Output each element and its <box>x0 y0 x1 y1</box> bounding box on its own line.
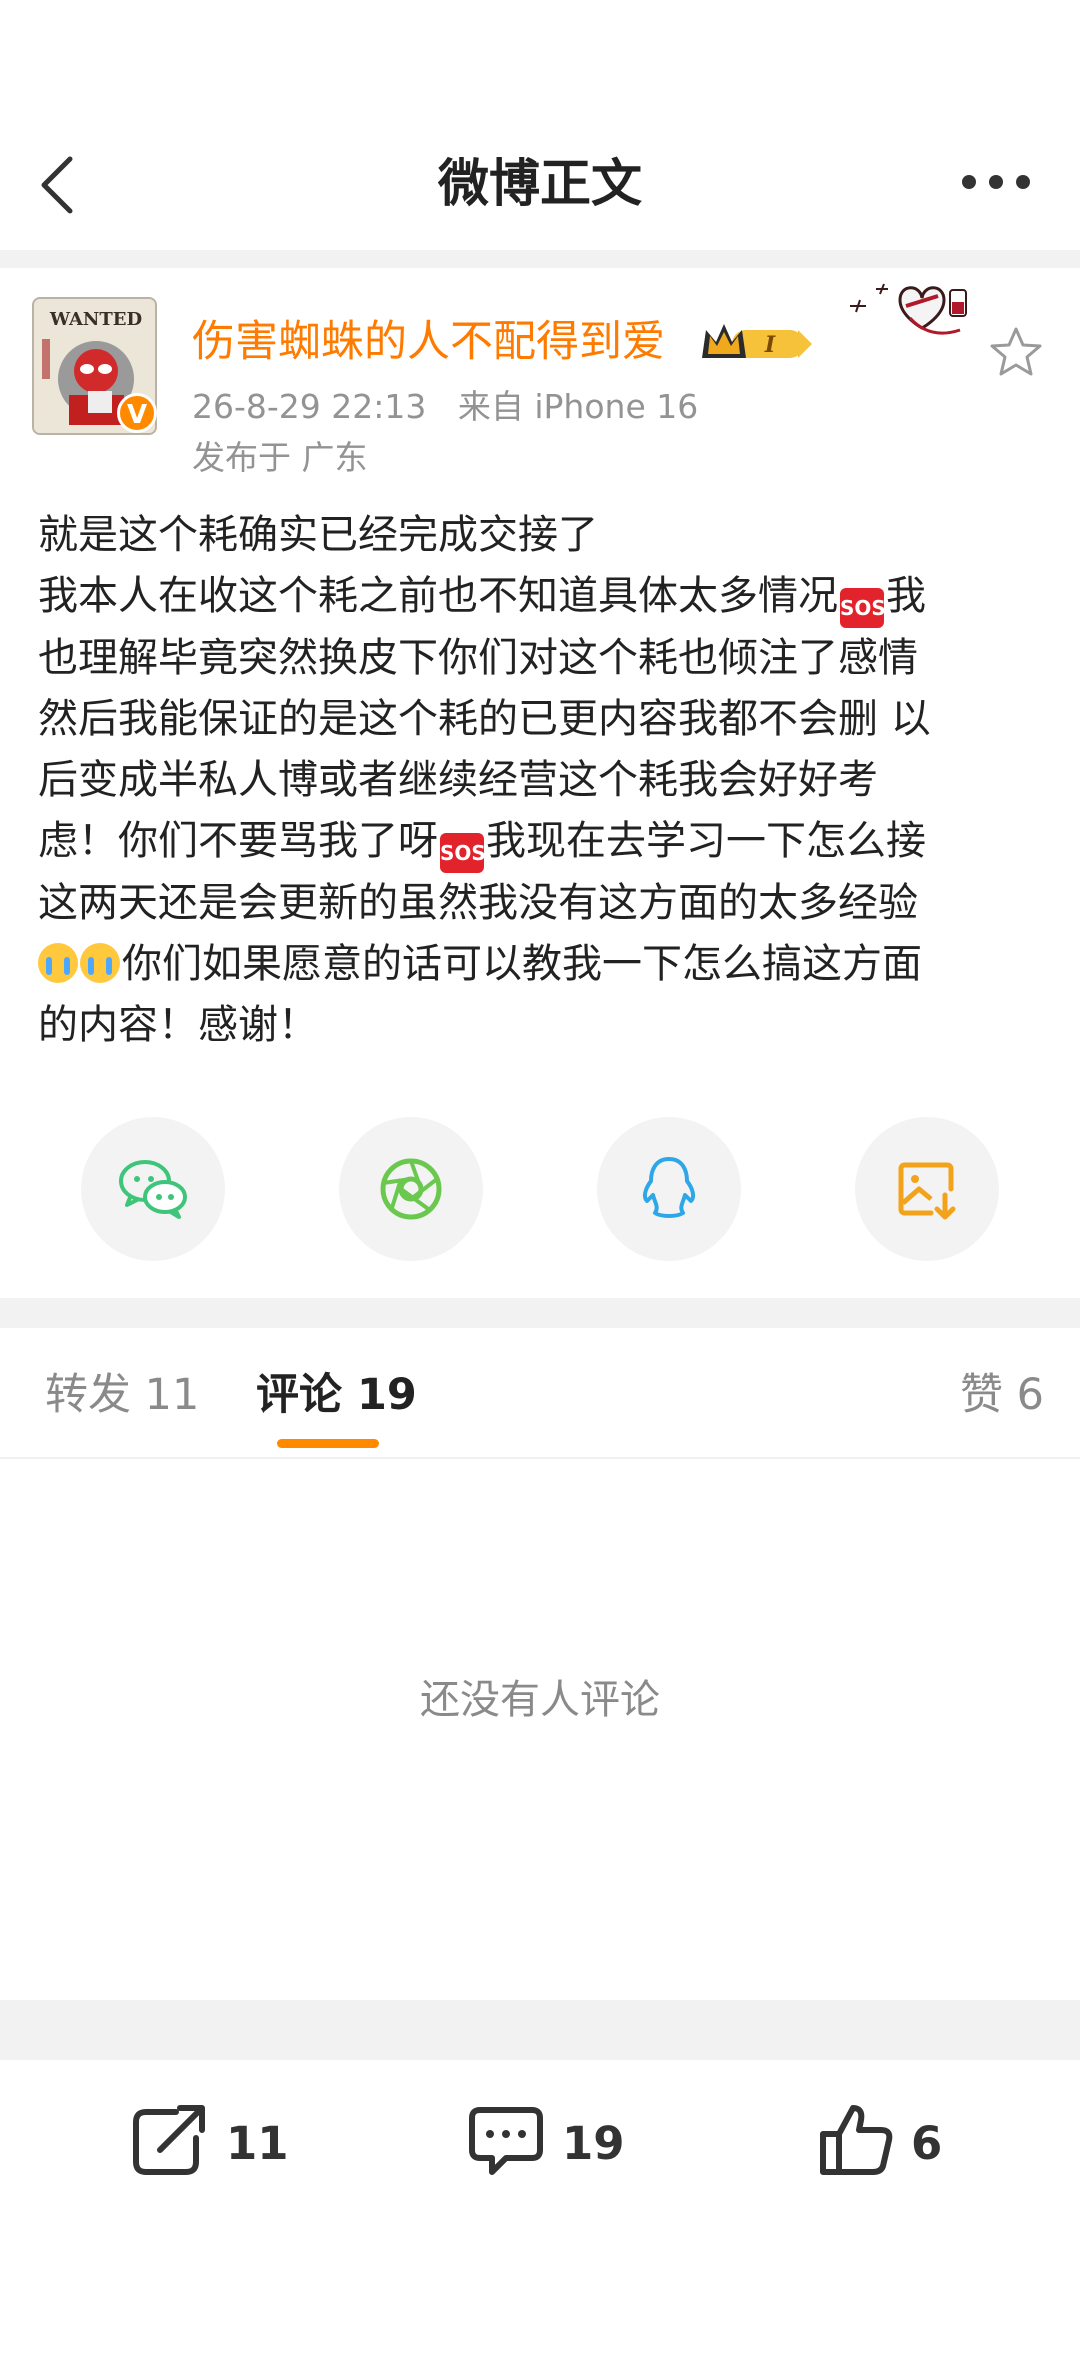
post-content-line: 的内容！感谢！ <box>38 995 1048 1056</box>
post-source: 来自 iPhone 16 <box>457 387 699 426</box>
like-button[interactable]: 6 <box>815 2100 955 2190</box>
post-content: 就是这个耗确实已经完成交接了 我本人在收这个耗之前也不知道具体太多情况 SOS我 也理… <box>38 505 1048 1056</box>
crown-level-badge-icon: I <box>702 324 812 358</box>
post-content-line: 然后我能保证的是这个耗的已更内容我都不会删 以 <box>38 689 1048 750</box>
active-tab-indicator <box>277 1439 379 1448</box>
sos-emoji-icon: SOS <box>440 833 486 873</box>
post-text: 我 <box>886 573 926 619</box>
post-text: 这两天还是会更新的虽然我没有这方面的太多经验 <box>38 880 918 926</box>
post-content-line: 也理解毕竟突然换皮下你们对这个耗也倾注了感情 <box>38 628 1048 689</box>
page-title: 微博正文 <box>437 155 642 214</box>
share-moments-button[interactable] <box>339 1117 483 1261</box>
share-qq-button[interactable] <box>597 1117 741 1261</box>
share-wechat-button[interactable] <box>81 1117 225 1261</box>
post-text: 我现在去学习一下怎么接 <box>486 818 926 864</box>
comment-button[interactable]: 19 <box>466 2100 626 2190</box>
crying-face-emoji-icon <box>38 943 78 983</box>
tab-divider <box>0 1457 1080 1459</box>
qq-penguin-icon <box>642 1157 696 1218</box>
comment-count: 19 <box>562 2117 625 2170</box>
post-text: 你们如果愿意的话可以教我一下怎么搞这方面 <box>122 941 922 987</box>
like-count: 6 <box>911 2117 943 2170</box>
post-location: 发布于 广东 <box>192 438 368 477</box>
post-content-line: 虑！你们不要骂我了呀 SOS我现在去学习一下怎么接 <box>38 811 1048 873</box>
crying-face-emoji-icon <box>80 943 120 983</box>
moments-aperture-icon <box>380 1158 442 1220</box>
wechat-icon <box>119 1160 187 1219</box>
post-text: 我本人在收这个耗之前也不知道具体太多情况 <box>38 573 838 619</box>
post-content-line: 这两天还是会更新的虽然我没有这方面的太多经验 <box>38 873 1048 934</box>
username[interactable]: 伤害蜘蛛的人不配得到爱 <box>192 312 665 372</box>
avatar-wanted-text: WANTED <box>49 309 142 330</box>
crown-level-text: I <box>764 332 776 358</box>
divider <box>0 1298 1080 1328</box>
divider <box>0 250 1080 268</box>
toolbar-divider <box>0 2000 1080 2060</box>
post-content-line: 就是这个耗确实已经完成交接了 <box>38 505 1048 566</box>
post-text: 也理解毕竟突然换皮下你们对这个耗也倾注了感情 <box>38 635 918 681</box>
post-content-line: 我本人在收这个耗之前也不知道具体太多情况 SOS我 <box>38 566 1048 628</box>
repost-button[interactable]: 11 <box>130 2100 290 2190</box>
post-content-line: 后变成半私人博或者继续经营这个耗我会好好考 <box>38 750 1048 811</box>
more-icon[interactable] <box>962 175 1032 195</box>
save-image-button[interactable] <box>855 1117 999 1261</box>
repost-count: 11 <box>226 2117 289 2170</box>
sos-emoji-icon: SOS <box>840 588 886 628</box>
post-content-line: 你们如果愿意的话可以教我一下怎么搞这方面 <box>38 934 1048 995</box>
post-text: 的内容！感谢！ <box>38 1002 318 1048</box>
tab-like[interactable]: 赞 6 <box>960 1365 1044 1425</box>
tab-repost[interactable]: 转发 11 <box>45 1365 199 1425</box>
post-text: 然后我能保证的是这个耗的已更内容我都不会删 以 <box>38 696 931 742</box>
repost-icon <box>133 2105 205 2175</box>
save-image-icon <box>898 1162 956 1220</box>
favorite-star-icon[interactable] <box>988 325 1044 381</box>
tab-comment[interactable]: 评论 19 <box>256 1365 417 1425</box>
post-text: 就是这个耗确实已经完成交接了 <box>38 512 598 558</box>
post-text: 虑！你们不要骂我了呀 <box>38 818 438 864</box>
post-text: 后变成半私人博或者继续经营这个耗我会好好考 <box>38 757 878 803</box>
comment-icon <box>469 2107 543 2175</box>
empty-comments-text: 还没有人评论 <box>420 1677 660 1723</box>
heart-decoration-icon <box>850 283 967 335</box>
timestamp: 26-8-29 22:13 <box>192 387 427 426</box>
verified-badge-icon: V <box>117 393 157 433</box>
thumbs-up-icon <box>820 2105 893 2175</box>
post-meta: 26-8-29 22:13 来自 iPhone 16 <box>192 384 698 430</box>
